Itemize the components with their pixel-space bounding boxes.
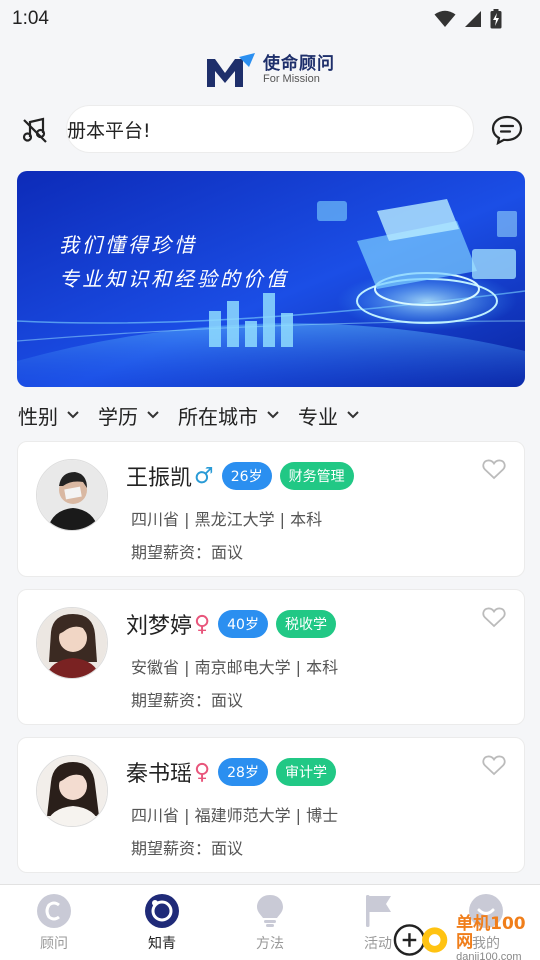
flag-icon	[366, 895, 391, 927]
brand-name: 使命顾问	[263, 54, 335, 75]
site-watermark: 单机100网 danji100.com	[392, 914, 540, 960]
tab-label: 顾问	[40, 936, 68, 952]
notice-row: 册本平台!	[0, 105, 540, 153]
chevron-down-icon	[267, 411, 279, 419]
expected-salary: 期望薪资：面议	[131, 839, 244, 858]
expected-salary: 期望薪资：面议	[131, 691, 244, 710]
m-logo-icon	[207, 53, 255, 87]
profile-card[interactable]: 王振凯 ♂ 26岁 财务管理 四川省 | 黑龙江大学 | 本科 期望薪资：面议	[17, 441, 525, 577]
tab-label: 方法	[256, 936, 284, 952]
wifi-icon	[434, 10, 456, 27]
profile-name: 王振凯	[126, 466, 193, 491]
watermark-logo-icon	[393, 923, 448, 956]
status-bar: 1:04	[0, 0, 540, 38]
profile-name: 秦书瑶	[126, 762, 193, 787]
tab-label: 知青	[148, 936, 176, 952]
age-badge: 40岁	[218, 610, 268, 638]
status-time: 1:04	[12, 8, 49, 29]
battery-icon	[490, 9, 502, 29]
ring-icon	[145, 894, 179, 928]
filter-gender[interactable]: 性别	[18, 401, 80, 430]
profile-card[interactable]: 秦书瑶 ♀ 28岁 审计学 四川省 | 福建师范大学 | 博士 期望薪资：面议	[17, 737, 525, 873]
music-off-icon[interactable]	[20, 115, 50, 145]
cell-signal-icon	[465, 11, 481, 27]
chevron-down-icon	[67, 411, 79, 419]
notice-text: 册本平台!	[67, 119, 151, 142]
filter-education[interactable]: 学历	[98, 401, 160, 430]
tab-label: 活动	[364, 936, 392, 952]
filter-label: 性别	[18, 404, 58, 429]
avatar	[36, 459, 108, 531]
notice-marquee[interactable]: 册本平台!	[66, 105, 474, 153]
filter-bar: 性别 学历 所在城市 专业	[18, 398, 378, 432]
major-badge: 财务管理	[279, 462, 354, 490]
profile-info: 四川省 | 黑龙江大学 | 本科	[131, 510, 323, 529]
promo-banner[interactable]: 我们懂得珍惜 专业知识和经验的价值	[17, 171, 525, 387]
profile-info: 四川省 | 福建师范大学 | 博士	[131, 806, 339, 825]
filter-major[interactable]: 专业	[298, 401, 360, 430]
message-icon[interactable]	[490, 114, 524, 146]
status-icons	[434, 9, 502, 29]
brand-header: 使命顾问 For Mission	[0, 50, 540, 92]
profile-info: 安徽省 | 南京邮电大学 | 本科	[131, 658, 339, 677]
profile-card[interactable]: 刘梦婷 ♀ 40岁 税收学 安徽省 | 南京邮电大学 | 本科 期望薪资：面议	[17, 589, 525, 725]
name-row: 刘梦婷 ♀ 40岁 税收学	[126, 608, 336, 640]
watermark-text: 单机100网	[456, 914, 526, 952]
avatar	[36, 755, 108, 827]
major-badge: 审计学	[275, 758, 336, 786]
c-circle-icon	[37, 894, 71, 928]
expected-salary: 期望薪资：面议	[131, 543, 244, 562]
male-icon: ♂	[194, 463, 214, 489]
heart-icon[interactable]	[482, 606, 506, 628]
chevron-down-icon	[347, 411, 359, 419]
profile-name: 刘梦婷	[126, 614, 193, 639]
banner-subheadline: 专业知识和经验的价值	[59, 267, 289, 291]
filter-label: 所在城市	[178, 404, 258, 429]
filter-label: 专业	[298, 404, 338, 429]
female-icon: ♀	[194, 759, 211, 785]
brand-tagline: For Mission	[263, 73, 320, 86]
banner-headline: 我们懂得珍惜	[59, 233, 197, 257]
lightbulb-icon	[257, 895, 283, 927]
heart-icon[interactable]	[482, 754, 506, 776]
name-row: 王振凯 ♂ 26岁 财务管理	[126, 460, 354, 492]
tab-advisor[interactable]: 顾问	[0, 885, 108, 960]
tab-method[interactable]: 方法	[216, 885, 324, 960]
age-badge: 28岁	[218, 758, 268, 786]
avatar	[36, 607, 108, 679]
filter-city[interactable]: 所在城市	[178, 401, 280, 430]
filter-label: 学历	[98, 404, 138, 429]
age-badge: 26岁	[221, 462, 272, 490]
watermark-url: danji100.com	[456, 950, 522, 960]
name-row: 秦书瑶 ♀ 28岁 审计学	[126, 756, 336, 788]
chevron-down-icon	[147, 411, 159, 419]
major-badge: 税收学	[275, 610, 336, 638]
heart-icon[interactable]	[482, 458, 506, 480]
tab-youth[interactable]: 知青	[108, 885, 216, 960]
female-icon: ♀	[194, 611, 211, 637]
